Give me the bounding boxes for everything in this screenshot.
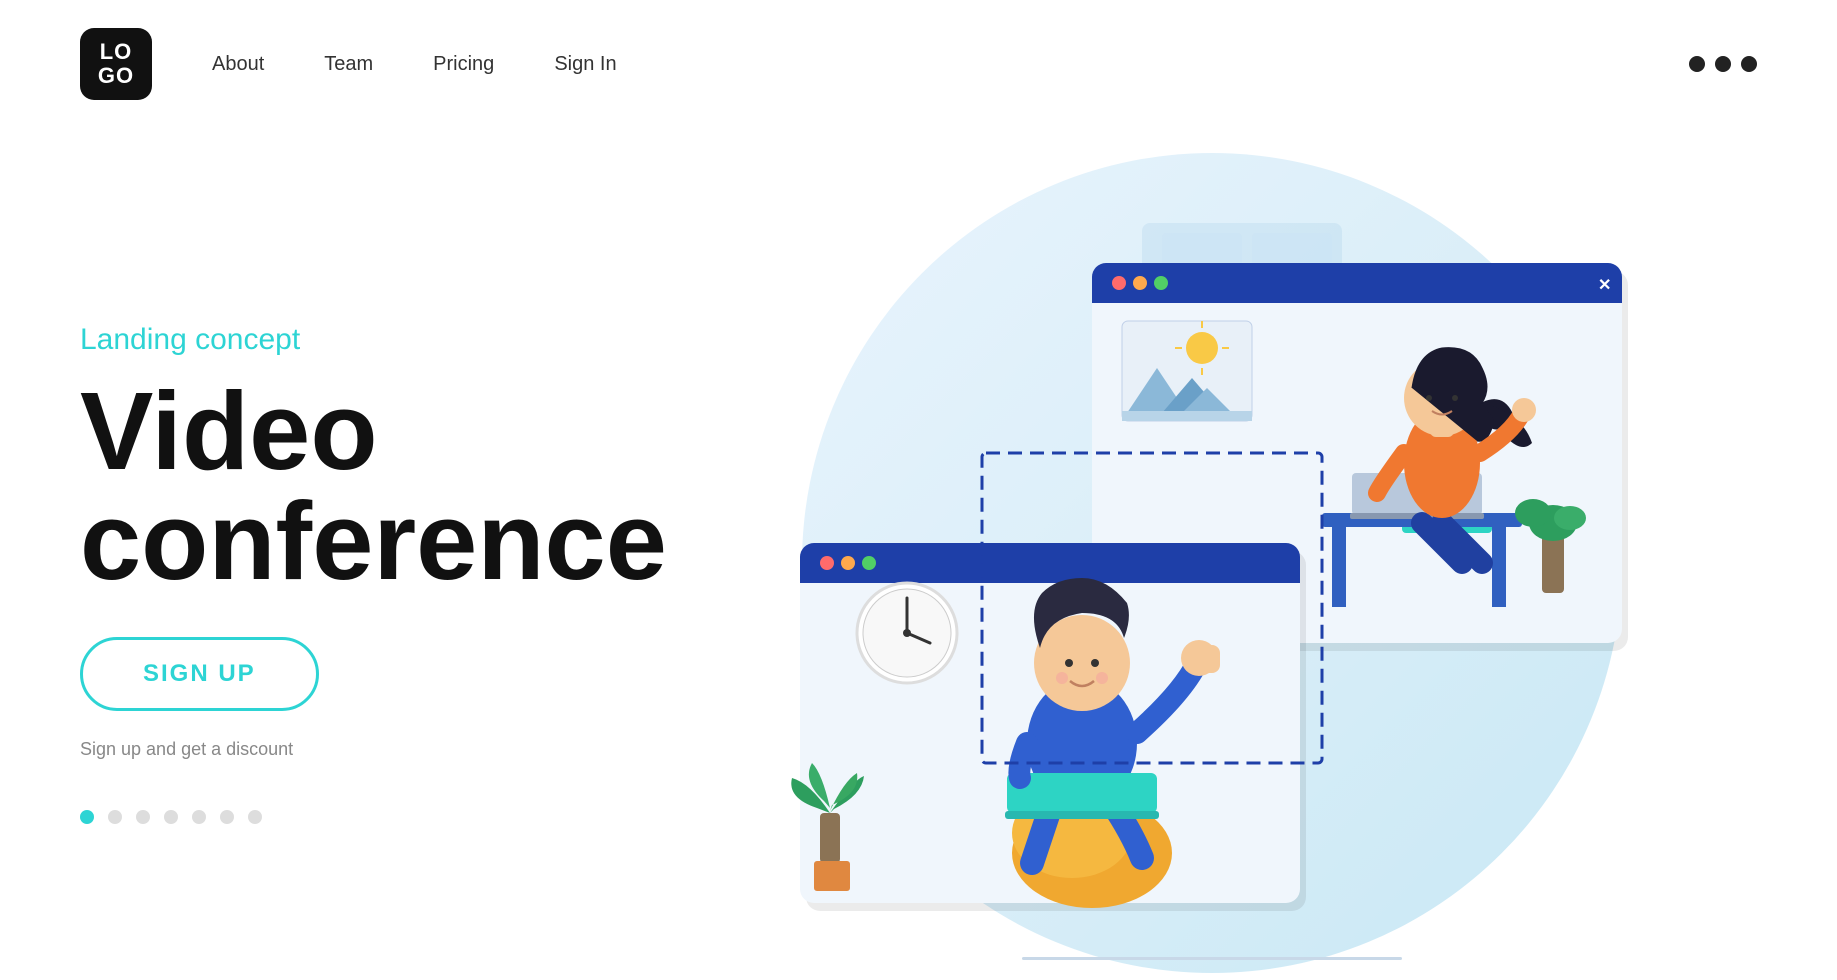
discount-text: Sign up and get a discount: [80, 739, 667, 760]
indicator-dot-1[interactable]: [80, 810, 94, 824]
navbar: LO GO About Team Pricing Sign In: [0, 0, 1837, 128]
main-illustration-svg: ✕: [762, 173, 1662, 953]
nav-about[interactable]: About: [212, 53, 264, 75]
hero-subtitle: Landing concept: [80, 323, 667, 357]
svg-text:✕: ✕: [1598, 277, 1611, 294]
logo-line1: LO: [100, 40, 133, 64]
hero-illustration: ✕: [667, 148, 1757, 978]
logo[interactable]: LO GO: [80, 28, 152, 100]
indicator-dot-3[interactable]: [136, 810, 150, 824]
nav-dot-1: [1689, 56, 1705, 72]
hero-section: Landing concept Video conference SIGN UP…: [0, 128, 1837, 978]
indicator-dot-6[interactable]: [220, 810, 234, 824]
nav-links: About Team Pricing Sign In: [212, 53, 1689, 76]
indicator-dots: [80, 810, 667, 824]
nav-dot-2: [1715, 56, 1731, 72]
nav-dots-menu[interactable]: [1689, 56, 1757, 72]
divider-line: [1022, 957, 1402, 960]
hero-left: Landing concept Video conference SIGN UP…: [80, 303, 667, 824]
nav-dot-3: [1741, 56, 1757, 72]
indicator-dot-5[interactable]: [192, 810, 206, 824]
indicator-dot-7[interactable]: [248, 810, 262, 824]
nav-team[interactable]: Team: [324, 53, 373, 75]
signup-button[interactable]: SIGN UP: [80, 637, 319, 711]
indicator-dot-2[interactable]: [108, 810, 122, 824]
logo-line2: GO: [98, 64, 134, 88]
indicator-dot-4[interactable]: [164, 810, 178, 824]
hero-title-line2: conference: [80, 480, 667, 603]
nav-pricing[interactable]: Pricing: [433, 53, 494, 75]
nav-signin[interactable]: Sign In: [554, 53, 616, 75]
hero-title-line1: Video: [80, 370, 378, 493]
hero-title: Video conference: [80, 377, 667, 597]
